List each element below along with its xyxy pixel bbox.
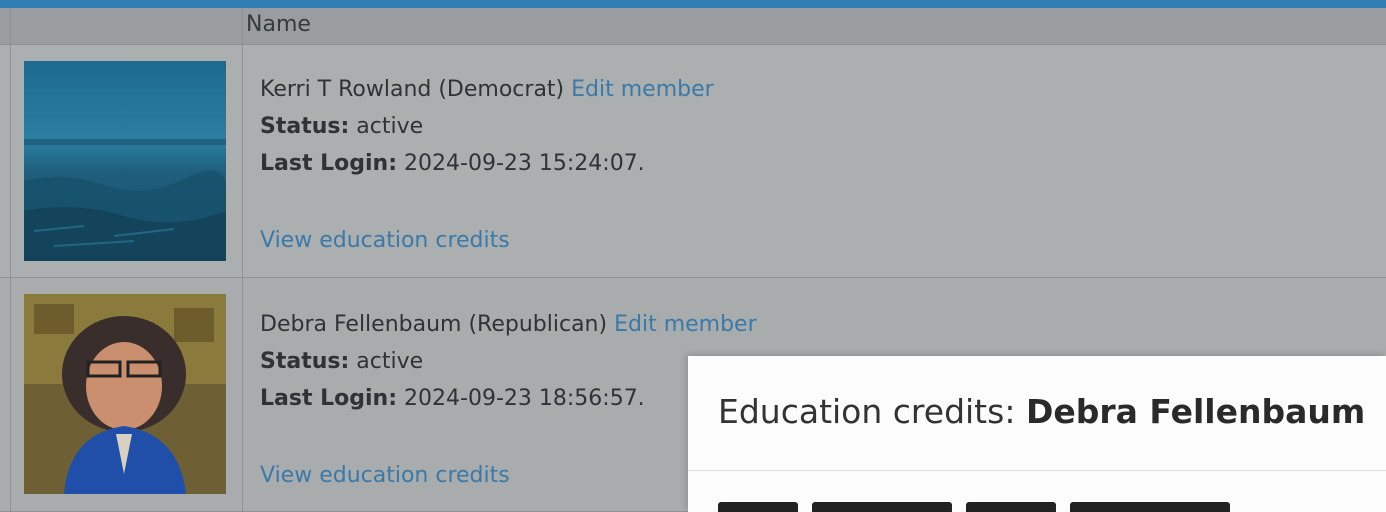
edit-member-link[interactable]: Edit member xyxy=(571,77,714,102)
member-name: Debra Fellenbaum (Republican) xyxy=(260,312,608,337)
table-header: Name xyxy=(0,8,1386,45)
modal-divider xyxy=(688,470,1386,471)
modal-title-prefix: Education credits: xyxy=(718,392,1016,431)
status-label: Status: xyxy=(260,349,350,374)
last-login-value: 2024-09-23 18:56:57. xyxy=(404,386,645,411)
last-login-line: Last Login: 2024-09-23 15:24:07. xyxy=(260,145,714,182)
status-value: active xyxy=(356,114,424,139)
status-line: Status: active xyxy=(260,108,714,145)
portrait-photo-image xyxy=(24,294,226,494)
modal-title: Education credits: Debra Fellenbaum xyxy=(718,392,1365,431)
member-name: Kerri T Rowland (Democrat) xyxy=(260,77,565,102)
member-name-line: Debra Fellenbaum (Republican) Edit membe… xyxy=(260,306,757,343)
status-label: Status: xyxy=(260,114,350,139)
status-value: active xyxy=(356,349,424,374)
modal-body-text-cutoff xyxy=(718,502,1318,512)
member-info: Debra Fellenbaum (Republican) Edit membe… xyxy=(260,306,757,494)
view-education-credits-link[interactable]: View education credits xyxy=(260,228,510,253)
table-row: Kerri T Rowland (Democrat) Edit member S… xyxy=(0,45,1386,278)
member-name-line: Kerri T Rowland (Democrat) Edit member xyxy=(260,71,714,108)
modal-title-name: Debra Fellenbaum xyxy=(1025,392,1366,431)
member-photo xyxy=(24,294,226,494)
last-login-label: Last Login: xyxy=(260,151,398,176)
landscape-photo-image xyxy=(24,61,226,261)
column-divider xyxy=(242,8,243,512)
column-header-name[interactable]: Name xyxy=(246,12,311,37)
last-login-line: Last Login: 2024-09-23 18:56:57. xyxy=(260,380,757,417)
column-divider xyxy=(10,8,11,512)
member-info: Kerri T Rowland (Democrat) Edit member S… xyxy=(260,71,714,259)
last-login-value: 2024-09-23 15:24:07. xyxy=(404,151,645,176)
status-line: Status: active xyxy=(260,343,757,380)
member-photo xyxy=(24,61,226,261)
education-credits-modal: Education credits: Debra Fellenbaum xyxy=(688,356,1386,512)
edit-member-link[interactable]: Edit member xyxy=(614,312,757,337)
view-education-credits-link[interactable]: View education credits xyxy=(260,463,510,488)
last-login-label: Last Login: xyxy=(260,386,398,411)
top-accent-bar xyxy=(0,0,1386,8)
